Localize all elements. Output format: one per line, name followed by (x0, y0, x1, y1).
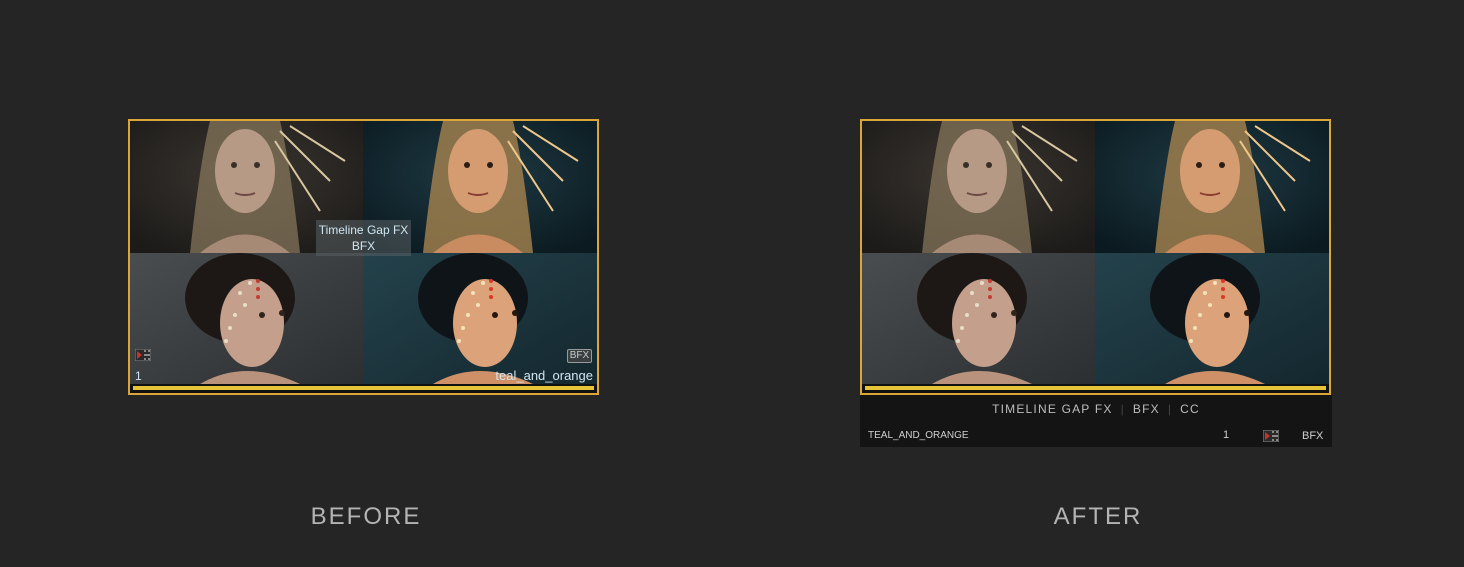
before-caption: BEFORE (310, 503, 422, 530)
before-thumb-portrait-2-original (130, 253, 363, 384)
clip-info-items: TIMELINE GAP FX | BFX | CC (860, 402, 1332, 416)
gap-label-subtitle: BFX (351, 239, 376, 253)
clip-info-bar: TIMELINE GAP FX | BFX | CC TEAL_AND_ORANGE 1… (860, 395, 1332, 447)
after-thumb-portrait-2-graded (1095, 253, 1329, 384)
info-item-bfx: BFX (1132, 402, 1160, 416)
effect-name: teal_and_orange (495, 368, 593, 383)
after-caption: AFTER (1053, 503, 1143, 530)
track-number: 1 (135, 369, 142, 383)
after-thumbnail-grid (862, 121, 1329, 384)
before-thumb-portrait-2-graded (363, 253, 597, 384)
effect-name: TEAL_AND_ORANGE (868, 430, 969, 441)
track-number: 1 (1223, 429, 1230, 441)
after-thumb-portrait-1-graded (1095, 121, 1329, 253)
timeline-gap-fx-label: Timeline Gap FX BFX (316, 220, 411, 256)
render-progress-bar (133, 386, 594, 390)
after-timeline-clip[interactable] (860, 119, 1331, 395)
info-separator: | (1120, 402, 1125, 416)
after-thumb-portrait-1-original (862, 121, 1095, 253)
gap-label-title: Timeline Gap FX (318, 223, 409, 237)
film-strip-icon (1263, 430, 1279, 442)
bfx-badge: BFX (567, 349, 592, 363)
after-thumb-portrait-2-original (862, 253, 1095, 384)
bfx-badge: BFX (1302, 430, 1324, 442)
info-separator: | (1167, 402, 1173, 416)
info-item-timeline-gap-fx: TIMELINE GAP FX (992, 402, 1113, 416)
before-timeline-clip[interactable]: Timeline Gap FX BFX BFX 1 teal_and_orang… (128, 119, 599, 395)
render-progress-bar (865, 386, 1326, 390)
film-strip-icon (135, 349, 151, 361)
info-item-cc: CC (1180, 402, 1200, 416)
